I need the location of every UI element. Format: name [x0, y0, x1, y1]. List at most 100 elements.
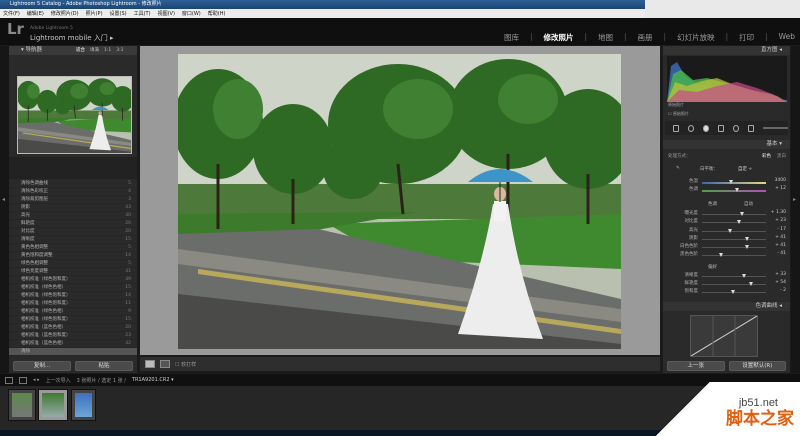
- history-step[interactable]: 相机校准（绿色饱和度） 39: [9, 276, 137, 284]
- history-step[interactable]: 相机校准（绿色色相） 15: [9, 284, 137, 292]
- module-6[interactable]: Web: [779, 32, 795, 43]
- history-step[interactable]: 对比度 20: [9, 228, 137, 236]
- slider-value[interactable]: + 41: [775, 243, 786, 248]
- menu-file[interactable]: 文件(F): [3, 10, 20, 17]
- slider-handle[interactable]: [737, 220, 742, 224]
- tone-curve-graph[interactable]: [690, 315, 758, 357]
- filmstrip-filename[interactable]: TR1A9201.CR2 ▾: [132, 377, 174, 383]
- history-step[interactable]: 相机校准（蓝色色相） 20: [9, 324, 137, 332]
- slider-handle[interactable]: [728, 229, 733, 233]
- slider-value[interactable]: 3400: [775, 178, 786, 183]
- tool-size-slider[interactable]: [763, 127, 788, 129]
- history-step[interactable]: 黄色色相调整 5: [9, 244, 137, 252]
- treatment-bw[interactable]: 黑白: [777, 153, 786, 159]
- history-step[interactable]: 相机校准（绿色色相） 9: [9, 308, 137, 316]
- history-step[interactable]: 清除色彩校正 4: [9, 188, 137, 196]
- menu-develop[interactable]: 修改照片(D): [51, 10, 79, 17]
- eyedropper-icon[interactable]: ✎: [676, 166, 680, 171]
- slider-handle[interactable]: [719, 253, 724, 257]
- before-after-icon[interactable]: [160, 360, 170, 368]
- slider-handle[interactable]: [744, 237, 749, 241]
- menu-window[interactable]: 窗口(W): [182, 10, 201, 17]
- treatment-color[interactable]: 彩色: [762, 153, 771, 159]
- grid-view-icon[interactable]: [5, 376, 13, 384]
- basic-panel-header[interactable]: 基本 ▾: [663, 140, 790, 149]
- slider-track[interactable]: [702, 180, 766, 184]
- history-step[interactable]: 相机校准（蓝色色相） 32: [9, 340, 137, 348]
- slider-track[interactable]: [702, 274, 766, 278]
- history-step[interactable]: 绿色色相调整 5: [9, 260, 137, 268]
- slider-track[interactable]: [702, 245, 766, 249]
- filmstrip-thumb-selected[interactable]: [38, 389, 68, 421]
- crop-tool-icon[interactable]: [673, 124, 680, 132]
- soft-proof-label[interactable]: ☐ 软打样: [175, 361, 196, 368]
- slider-handle[interactable]: [739, 212, 744, 216]
- history-step[interactable]: 鲜艳度 26: [9, 220, 137, 228]
- right-panel-toggle[interactable]: ▸: [791, 46, 800, 373]
- module-0[interactable]: 图库: [504, 32, 519, 43]
- history-step[interactable]: 清晰度 15: [9, 236, 137, 244]
- menu-edit[interactable]: 编辑(E): [27, 10, 44, 17]
- history-step[interactable]: 相机校准（绿色饱和度） 14: [9, 292, 137, 300]
- menu-photo[interactable]: 照片(P): [86, 10, 103, 17]
- filmstrip-nav-arrows[interactable]: ◂ ▸: [33, 377, 40, 383]
- menu-settings[interactable]: 设置(S): [110, 10, 127, 17]
- slider-handle[interactable]: [735, 188, 740, 192]
- slider-track[interactable]: [702, 212, 766, 216]
- history-step[interactable]: 阴影 43: [9, 204, 137, 212]
- slider-handle[interactable]: [742, 274, 747, 278]
- spot-removal-icon[interactable]: [688, 124, 695, 132]
- loupe-view-icon[interactable]: [145, 360, 155, 368]
- history-step[interactable]: 清除裁剪图层 3: [9, 196, 137, 204]
- filmstrip-thumb[interactable]: [8, 389, 36, 421]
- navigator-preview[interactable]: [17, 76, 132, 154]
- slider-handle[interactable]: [731, 290, 736, 294]
- histogram[interactable]: [667, 56, 787, 102]
- graduated-filter-icon[interactable]: [718, 124, 725, 132]
- history-step[interactable]: 相机校准（绿色饱和度） 15: [9, 316, 137, 324]
- main-photo[interactable]: [178, 54, 621, 349]
- histogram-header[interactable]: 直方图 ◂: [663, 46, 790, 55]
- history-step[interactable]: 黄色饱和度调整 14: [9, 252, 137, 260]
- slider-value[interactable]: - 41: [777, 251, 786, 256]
- mobile-link[interactable]: Lightroom mobile 入门 ▸: [30, 33, 114, 43]
- menu-help[interactable]: 帮助(H): [208, 10, 226, 17]
- module-5[interactable]: 打印: [739, 32, 754, 43]
- module-4[interactable]: 幻灯片放映: [677, 32, 715, 43]
- history-step[interactable]: 清除色调曲线 5: [9, 180, 137, 188]
- auto-tone-button[interactable]: 自动: [744, 201, 753, 207]
- menu-view[interactable]: 视图(V): [158, 10, 175, 17]
- second-window-icon[interactable]: [19, 376, 27, 384]
- slider-value[interactable]: - 2: [780, 288, 786, 293]
- tone-curve-header[interactable]: 色调曲线 ◂: [663, 302, 790, 311]
- radial-filter-icon[interactable]: [733, 124, 740, 132]
- slider-track[interactable]: [702, 253, 766, 257]
- history-step[interactable]: 高光 30: [9, 212, 137, 220]
- filmstrip-source[interactable]: 上一次导入: [46, 377, 71, 384]
- slider-value[interactable]: + 23: [775, 218, 786, 223]
- zoom-1-1[interactable]: 1:1: [104, 46, 111, 55]
- slider-track[interactable]: [702, 188, 766, 192]
- wb-preset-select[interactable]: 自定 ÷: [738, 166, 752, 172]
- slider-value[interactable]: - 17: [777, 227, 786, 232]
- left-panel-toggle[interactable]: ◂: [0, 46, 9, 373]
- original-photo-checkbox[interactable]: ☐ 原始照片: [668, 111, 689, 117]
- history-step[interactable]: 清除: [9, 348, 137, 356]
- menu-tools[interactable]: 工具(T): [134, 10, 151, 17]
- slider-track[interactable]: [702, 220, 766, 224]
- slider-handle[interactable]: [728, 180, 733, 184]
- copy-button[interactable]: 复制...: [13, 361, 71, 371]
- history-step[interactable]: 相机校准（蓝色饱和度） 23: [9, 332, 137, 340]
- slider-handle[interactable]: [744, 245, 749, 249]
- previous-button[interactable]: 上一张: [667, 361, 725, 371]
- filmstrip-thumb[interactable]: [71, 389, 96, 421]
- paste-button[interactable]: 粘贴: [75, 361, 133, 371]
- module-3[interactable]: 画册: [638, 32, 653, 43]
- module-1[interactable]: 修改照片: [543, 32, 573, 43]
- slider-value[interactable]: + 12: [775, 186, 786, 191]
- slider-track[interactable]: [702, 290, 766, 294]
- slider-track[interactable]: [702, 237, 766, 241]
- red-eye-icon[interactable]: [703, 124, 710, 132]
- module-2[interactable]: 地图: [598, 32, 613, 43]
- zoom-fit[interactable]: 适合: [76, 46, 85, 55]
